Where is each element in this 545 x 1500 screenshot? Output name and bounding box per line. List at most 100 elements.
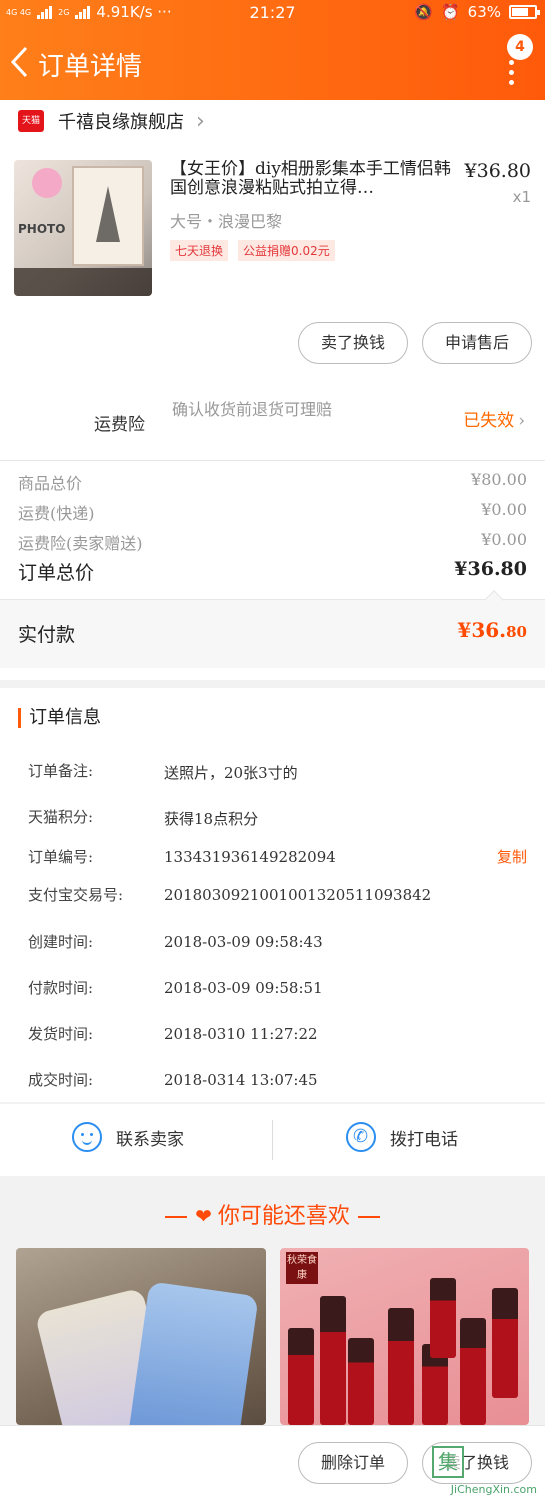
summary-goods-total: 商品总价 ¥80.00 (18, 470, 527, 494)
info-value: 133431936149282094 (164, 848, 336, 866)
battery-icon (509, 5, 540, 19)
info-value: 送照片，20张3寸的 (164, 764, 298, 782)
insurance-description: 确认收货前退货可理赔 (172, 400, 333, 419)
lip-tint-bottle (492, 1288, 518, 1398)
lip-tint-bottle (320, 1296, 346, 1425)
product-image-text: PHOTO (18, 222, 66, 236)
info-key: 订单编号: (28, 848, 94, 866)
summary-label: 运费(快递) (18, 504, 95, 523)
call-button[interactable]: 拨打电话 (346, 1122, 458, 1152)
lip-tint-bottle (348, 1338, 374, 1425)
paid-amount-box: 实付款 ¥36.80 (0, 590, 545, 668)
info-key: 支付宝交易号: (28, 886, 124, 904)
info-value: 获得18点积分 (164, 810, 259, 828)
divider (272, 1120, 273, 1160)
recommended-product-phone-case[interactable] (16, 1248, 266, 1425)
back-arrow-icon[interactable] (10, 46, 30, 78)
summary-label: 运费险(卖家赠送) (18, 534, 143, 553)
insurance-status-text: 已失效 (463, 411, 515, 431)
product-thumbnail[interactable]: PHOTO (14, 160, 152, 296)
contact-seller-label: 联系卖家 (116, 1129, 184, 1150)
watermark-logo: 集 (432, 1446, 464, 1478)
recommended-product-lip-tint[interactable]: 秋荣食康 (280, 1248, 529, 1425)
insurance-status[interactable]: 已失效 › (463, 406, 525, 431)
app-header: 4G 4G 2G 4.91K/s ··· 21:27 🔕 ⏰ 63% 订单详情 … (0, 0, 545, 100)
lip-tint-bottle (430, 1278, 456, 1358)
info-key: 创建时间: (28, 933, 94, 951)
flower-decoration (32, 168, 62, 198)
contact-bar: 联系卖家 拨打电话 (0, 1104, 545, 1176)
status-bar: 4G 4G 2G 4.91K/s ··· 21:27 🔕 ⏰ 63% (0, 0, 545, 26)
paid-value: ¥36.80 (457, 618, 527, 642)
recommendations-heading: ❤ 你可能还喜欢 (0, 1198, 545, 1230)
tag-seven-day-return: 七天退换 (170, 240, 229, 261)
mute-icon: 🔕 (414, 3, 433, 21)
chevron-right-icon: › (518, 411, 525, 431)
summary-label: 商品总价 (18, 474, 83, 493)
copy-button[interactable]: 复制 (497, 846, 527, 867)
info-key: 付款时间: (28, 979, 94, 997)
alarm-icon: ⏰ (440, 3, 460, 21)
summary-insurance: 运费险(卖家赠送) ¥0.00 (18, 530, 527, 554)
tag-charity: 公益捐赠0.02元 (238, 240, 335, 261)
order-info-heading: 订单信息 (18, 708, 101, 728)
summary-order-total: 订单总价 ¥36.80 (18, 558, 527, 585)
recommendations-title: 你可能还喜欢 (217, 1204, 350, 1229)
insurance-label: 运费险 (94, 415, 145, 435)
chat-icon (72, 1122, 102, 1152)
info-key: 订单备注: (28, 762, 94, 780)
battery-percent: 63% (467, 3, 501, 21)
page-title: 订单详情 (38, 52, 143, 82)
watermark-text: JiChengXin.com (450, 1483, 537, 1496)
info-value: 2018-0310 11:27:22 (164, 1025, 318, 1043)
info-key: 发货时间: (28, 1025, 94, 1043)
lip-tint-bottle (460, 1318, 486, 1425)
summary-value: ¥0.00 (481, 530, 527, 549)
paid-value-int: ¥36. (457, 618, 507, 642)
phone-icon (346, 1122, 376, 1152)
info-value: 2018-0314 13:07:45 (164, 1071, 318, 1089)
call-label: 拨打电话 (390, 1129, 458, 1150)
sell-button[interactable]: 卖了换钱 (298, 322, 408, 364)
info-value: 2018030921001001320511093842 (164, 886, 432, 904)
product-image-caption (14, 268, 152, 296)
album-cover (72, 166, 144, 266)
contact-seller-button[interactable]: 联系卖家 (72, 1122, 184, 1152)
paid-value-decimal: 80 (506, 623, 527, 641)
delete-order-button[interactable]: 删除订单 (298, 1442, 408, 1484)
summary-value: ¥0.00 (481, 500, 527, 519)
chevron-right-icon: › (196, 108, 205, 134)
lip-tint-bottle (288, 1328, 314, 1425)
paid-label: 实付款 (18, 624, 76, 646)
info-key: 天猫积分: (28, 808, 94, 826)
product-title[interactable]: 【女王价】diy相册影集本手工情侣韩国创意浪漫粘贴式拍立得… (170, 160, 455, 200)
product-spec: 大号・浪漫巴黎 (170, 212, 283, 231)
message-count-badge: 4 (507, 34, 533, 60)
dash-decoration (165, 1216, 188, 1218)
order-total-value: ¥36.80 (454, 558, 527, 580)
summary-value: ¥80.00 (471, 470, 527, 489)
bottom-action-bar: 删除订单 卖了换钱 集 JiChengXin.com (0, 1425, 545, 1500)
tmall-logo-icon: 天猫 (18, 110, 44, 132)
dash-decoration (357, 1216, 380, 1218)
info-value: 2018-03-09 09:58:51 (164, 979, 323, 997)
product-price: ¥36.80 (464, 160, 531, 182)
info-key: 成交时间: (28, 1071, 94, 1089)
summary-shipping: 运费(快递) ¥0.00 (18, 500, 527, 524)
shop-name: 千禧良缘旗舰店 (58, 112, 184, 133)
info-value: 2018-03-09 09:58:43 (164, 933, 323, 951)
product-quantity: x1 (512, 188, 531, 206)
more-menu-icon[interactable] (509, 60, 515, 90)
after-sale-button[interactable]: 申请售后 (422, 322, 532, 364)
service-tags: 七天退换 公益捐赠0.02元 (170, 240, 335, 261)
notch-decoration (484, 590, 504, 610)
shop-link[interactable]: 天猫 千禧良缘旗舰店 › (18, 106, 205, 136)
recommendations-section: ❤ 你可能还喜欢 秋荣食康 (0, 1180, 545, 1425)
order-info-section: 订单信息 订单备注: 送照片，20张3寸的 天猫积分: 获得18点积分 订单编号… (0, 688, 545, 1102)
heart-icon: ❤ (195, 1204, 212, 1228)
divider (0, 460, 545, 461)
order-total-label: 订单总价 (18, 562, 95, 584)
order-card: 天猫 千禧良缘旗舰店 › PHOTO 【女王价】diy相册影集本手工情侣韩国创意… (0, 100, 545, 680)
brand-logo: 秋荣食康 (286, 1252, 318, 1284)
lip-tint-bottle (388, 1308, 414, 1425)
